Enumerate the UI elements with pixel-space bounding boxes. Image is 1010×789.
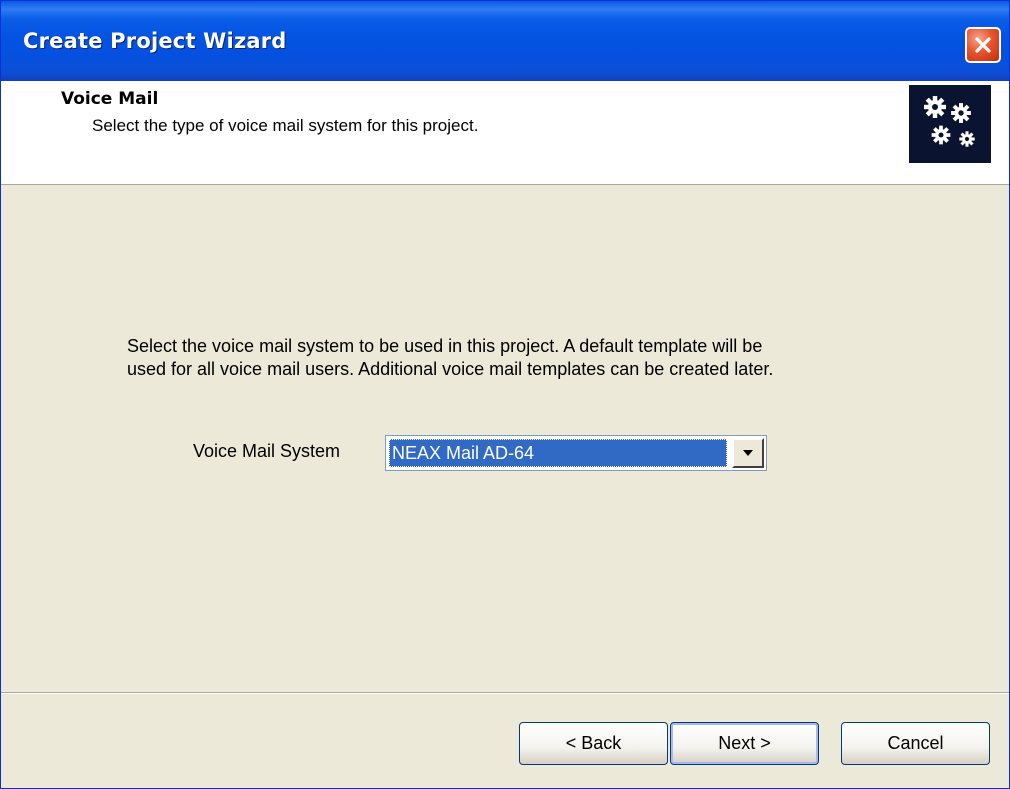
- close-button[interactable]: [965, 27, 1001, 63]
- window-title: Create Project Wizard: [23, 29, 287, 53]
- title-bar[interactable]: Create Project Wizard: [1, 1, 1009, 81]
- description-text: Select the voice mail system to be used …: [127, 335, 927, 381]
- close-icon: [975, 37, 991, 53]
- chevron-down-icon: [743, 450, 753, 456]
- cancel-button[interactable]: Cancel: [841, 722, 990, 765]
- dropdown-button[interactable]: [732, 438, 764, 468]
- back-button[interactable]: < Back: [519, 722, 668, 765]
- gears-icon: [909, 85, 991, 163]
- page-subtitle: Select the type of voice mail system for…: [92, 116, 479, 135]
- wizard-header: Voice Mail Select the type of voice mail…: [1, 81, 1009, 185]
- next-button[interactable]: Next >: [670, 722, 819, 765]
- footer-divider: [1, 692, 1009, 694]
- voice-mail-system-label: Voice Mail System: [193, 441, 341, 461]
- wizard-dialog: Create Project Wizard Voice Mail Select …: [0, 0, 1010, 789]
- description-line-1: Select the voice mail system to be used …: [127, 336, 763, 356]
- page-title: Voice Mail: [61, 89, 159, 109]
- voice-mail-system-selected[interactable]: NEAX Mail AD-64: [389, 439, 727, 467]
- voice-mail-system-dropdown[interactable]: NEAX Mail AD-64: [385, 435, 767, 471]
- description-line-2: used for all voice mail users. Additiona…: [127, 359, 774, 379]
